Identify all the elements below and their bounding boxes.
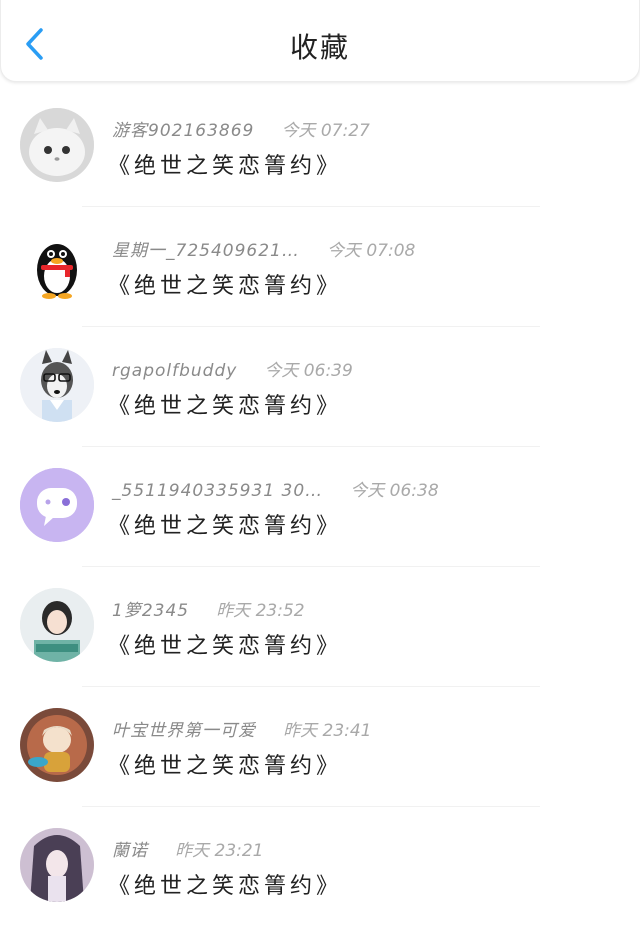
timestamp: 昨天 23:21 bbox=[175, 841, 264, 861]
username[interactable]: 游客902163869 bbox=[112, 121, 254, 141]
girl-photo-icon bbox=[20, 588, 94, 662]
list-item[interactable]: rgapolfbuddy 今天 06:39 《绝世之笑恋箐约》 bbox=[0, 328, 640, 448]
username[interactable]: 蘭诺 bbox=[112, 841, 148, 861]
username[interactable]: 1箩2345 bbox=[112, 601, 189, 621]
item-title[interactable]: 《绝世之笑恋箐约》 bbox=[108, 388, 342, 420]
cat-avatar-icon bbox=[20, 108, 94, 182]
username[interactable]: 星期一_725409621… bbox=[112, 241, 300, 261]
top-bar: 收藏 bbox=[0, 0, 640, 82]
list-item[interactable]: 叶宝世界第一可爱 昨天 23:41 《绝世之笑恋箐约》 bbox=[0, 688, 640, 808]
avatar[interactable] bbox=[20, 708, 94, 782]
avatar[interactable] bbox=[20, 228, 94, 302]
item-title[interactable]: 《绝世之笑恋箐约》 bbox=[108, 508, 342, 540]
divider bbox=[82, 686, 540, 687]
divider bbox=[82, 806, 540, 807]
favorites-list: 游客902163869 今天 07:27 《绝世之笑恋箐约》 星期一_72540… bbox=[0, 88, 640, 928]
avatar[interactable] bbox=[20, 108, 94, 182]
husky-avatar-icon bbox=[20, 348, 94, 422]
timestamp: 今天 07:08 bbox=[326, 241, 416, 261]
chat-bubble-icon bbox=[20, 468, 94, 542]
list-item[interactable]: _5511940335931 30… 今天 06:38 《绝世之笑恋箐约》 bbox=[0, 448, 640, 568]
timestamp: 昨天 23:41 bbox=[283, 721, 372, 741]
timestamp: 昨天 23:52 bbox=[216, 601, 305, 621]
username[interactable]: _5511940335931 30… bbox=[112, 481, 323, 501]
timestamp: 今天 06:38 bbox=[350, 481, 439, 501]
item-title[interactable]: 《绝世之笑恋箐约》 bbox=[108, 628, 342, 660]
avatar[interactable] bbox=[20, 588, 94, 662]
item-title[interactable]: 《绝世之笑恋箐约》 bbox=[108, 748, 342, 780]
username[interactable]: 叶宝世界第一可爱 bbox=[112, 721, 256, 741]
divider bbox=[82, 326, 540, 327]
qq-penguin-icon bbox=[20, 228, 94, 302]
anime-dark-avatar-icon bbox=[20, 828, 94, 902]
list-item[interactable]: 蘭诺 昨天 23:21 《绝世之笑恋箐约》 bbox=[0, 808, 640, 928]
divider bbox=[82, 206, 540, 207]
list-item[interactable]: 游客902163869 今天 07:27 《绝世之笑恋箐约》 bbox=[0, 88, 640, 208]
username[interactable]: rgapolfbuddy bbox=[112, 361, 237, 381]
item-title[interactable]: 《绝世之笑恋箐约》 bbox=[108, 148, 342, 180]
avatar[interactable] bbox=[20, 468, 94, 542]
anime-avatar-icon bbox=[20, 708, 94, 782]
divider bbox=[82, 566, 540, 567]
avatar[interactable] bbox=[20, 828, 94, 902]
list-item[interactable]: 星期一_725409621… 今天 07:08 《绝世之笑恋箐约》 bbox=[0, 208, 640, 328]
timestamp: 今天 07:27 bbox=[281, 121, 370, 141]
list-item[interactable]: 1箩2345 昨天 23:52 《绝世之笑恋箐约》 bbox=[0, 568, 640, 688]
avatar[interactable] bbox=[20, 348, 94, 422]
item-title[interactable]: 《绝世之笑恋箐约》 bbox=[108, 868, 342, 900]
divider bbox=[82, 446, 540, 447]
timestamp: 今天 06:39 bbox=[264, 361, 353, 381]
page-title: 收藏 bbox=[289, 31, 350, 64]
item-title[interactable]: 《绝世之笑恋箐约》 bbox=[108, 268, 342, 300]
